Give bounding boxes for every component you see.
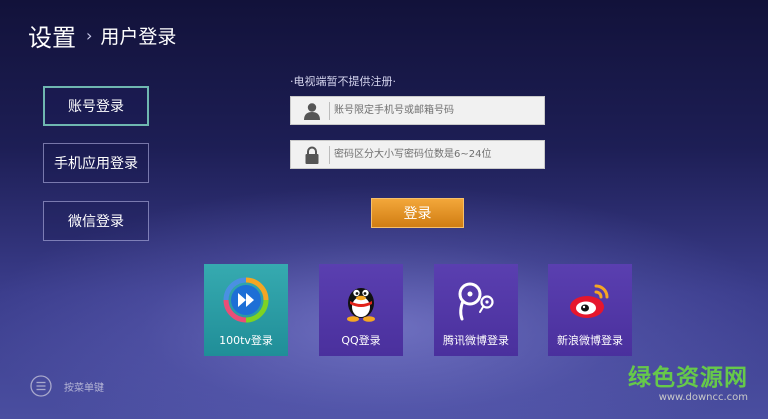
page-title: 设置 [28,24,76,52]
breadcrumb-chevron-icon: › [86,26,93,45]
account-field[interactable] [290,96,545,125]
tab-label: 手机应用登录 [54,156,138,172]
login-sina-weibo-button[interactable]: 新浪微博登录 [548,264,632,356]
tab-account-login[interactable]: 账号登录 [43,86,149,126]
menu-hint-text: 按菜单键 [64,382,104,394]
login-qq-button[interactable]: QQ登录 [319,264,403,356]
tile-label: 100tv登录 [219,334,273,347]
login-button[interactable]: 登录 [371,198,464,228]
menu-hint: 按菜单键 [30,375,104,397]
tab-label: 账号登录 [68,99,124,115]
register-notice: ·电视端暂不提供注册· [290,75,396,88]
password-field[interactable] [290,140,545,169]
password-input[interactable] [334,141,539,168]
100tv-logo-icon [223,277,269,323]
tile-label: 腾讯微博登录 [443,334,509,347]
lock-icon [305,146,319,164]
header: 设置 › 用户登录 [28,18,176,53]
login-tencent-weibo-button[interactable]: 腾讯微博登录 [434,264,518,356]
menu-icon [30,375,52,397]
field-separator [329,146,330,164]
account-input[interactable] [334,97,539,124]
watermark-title: 绿色资源网 [628,365,748,391]
watermark: 绿色资源网 www.downcc.com [628,365,748,404]
tab-mobile-app-login[interactable]: 手机应用登录 [43,143,149,183]
tile-label: 新浪微博登录 [557,334,623,347]
watermark-url: www.downcc.com [658,392,748,403]
tab-wechat-login[interactable]: 微信登录 [43,201,149,241]
field-separator [329,102,330,120]
tencent-weibo-icon [458,282,494,321]
tile-label: QQ登录 [341,334,381,347]
user-icon [304,103,320,120]
sina-weibo-icon [570,284,609,318]
page-subtitle: 用户登录 [100,26,177,48]
login-button-label: 登录 [403,206,432,222]
login-100tv-button[interactable]: 100tv登录 [204,264,288,356]
qq-penguin-icon [347,288,375,322]
tab-label: 微信登录 [68,214,124,230]
